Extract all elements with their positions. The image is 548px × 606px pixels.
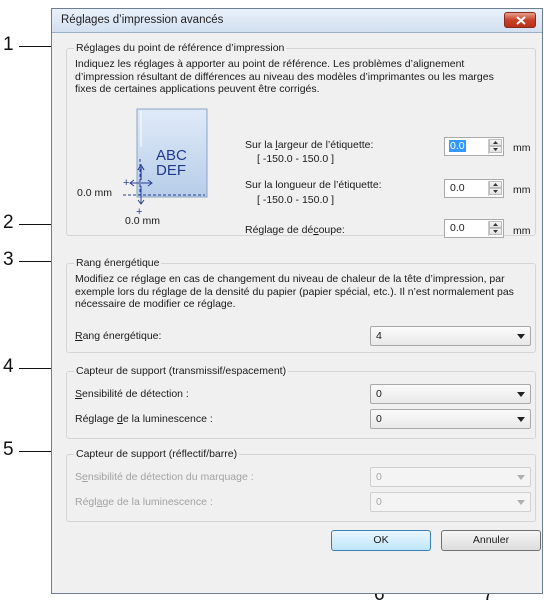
print-reference-point-group: Réglages du point de référence d’impress… [66,42,536,238]
energy-rank-description: Modifiez ce réglage en cas de changement… [75,273,514,310]
chevron-down-icon [517,392,525,397]
label-length-range: [ -150.0 - 150.0 ] [257,194,335,206]
mark-detection-sensitivity-label: Sensibilité de détection du marquage : [75,471,254,483]
transmissive-sensor-group: Capteur de support (transmissif/espaceme… [66,365,536,439]
spin-down-icon[interactable] [489,228,502,235]
energy-rank-group: Rang énergétique Modifiez ce réglage en … [66,257,536,353]
dialog-title: Réglages d’impression avancés [61,14,224,26]
callout-5: 5 [3,439,14,460]
reflective-sensor-group: Capteur de support (réflectif/barre) Sen… [66,448,536,522]
label-length-value: 0.0 [450,182,465,194]
callout-4: 4 [3,356,14,377]
advanced-print-settings-dialog: Réglages d’impression avancés Réglages d… [51,8,543,594]
label-width-unit: mm [513,142,531,154]
reference-point-description: Indiquez les réglages à apporter au poin… [75,58,494,95]
spin-down-icon[interactable] [489,188,502,195]
group-title-transmissive-sensor: Capteur de support (transmissif/espaceme… [74,365,289,377]
label-diagram-icon: + + [123,108,208,218]
group-title-reflective-sensor: Capteur de support (réflectif/barre) [74,448,240,460]
cut-adjust-label: Réglage de découpe: [245,224,345,236]
group-title-reference-point: Réglages du point de référence d’impress… [74,42,287,54]
spin-down-icon[interactable] [489,146,502,153]
cut-adjust-spinner[interactable] [488,221,502,236]
cut-adjust-input[interactable]: 0.0 [444,219,504,238]
cancel-button[interactable]: Annuler [441,530,541,551]
sample-text-def: DEF [156,162,186,179]
detection-sensitivity-value: 0 [376,388,382,400]
reference-point-illustration: + + ABC DEF 0.0 mm 0.0 mm [75,107,235,227]
mark-detection-sensitivity-value: 0 [376,471,382,483]
spin-up-icon[interactable] [489,139,502,146]
title-bar: Réglages d’impression avancés [52,9,542,33]
label-length-input[interactable]: 0.0 [444,179,504,198]
cut-adjust-value: 0.0 [450,222,465,234]
close-button[interactable] [504,12,536,28]
callout-3: 3 [3,249,14,270]
reflective-luminescence-label: Réglage de la luminescence : [75,496,213,508]
chevron-down-icon [517,500,525,505]
label-width-input[interactable]: 0.0 [444,137,504,156]
luminescence-label: Réglage de la luminescence : [75,413,213,425]
reflective-luminescence-value: 0 [376,496,382,508]
svg-text:+: + [123,177,129,189]
bottom-offset-value: 0.0 mm [125,215,161,227]
detection-sensitivity-dropdown[interactable]: 0 [370,384,531,404]
spin-up-icon[interactable] [489,181,502,188]
energy-rank-value: 4 [376,330,382,342]
cut-adjust-unit: mm [513,225,531,237]
label-width-label: Sur la largeur de l’étiquette: [245,139,374,151]
label-width-spinner[interactable] [488,139,502,154]
energy-rank-dropdown[interactable]: 4 [370,326,531,346]
chevron-down-icon [517,334,525,339]
left-offset-value: 0.0 mm [77,187,113,199]
callout-2: 2 [3,212,14,233]
label-length-unit: mm [513,184,531,196]
label-length-label: Sur la longueur de l’étiquette: [245,179,382,191]
luminescence-value: 0 [376,413,382,425]
group-title-energy-rank: Rang énergétique [74,257,162,269]
label-length-spinner[interactable] [488,181,502,196]
luminescence-dropdown[interactable]: 0 [370,409,531,429]
detection-sensitivity-label: Sensibilité de détection : [75,388,189,400]
close-icon [516,16,526,25]
chevron-down-icon [517,475,525,480]
spin-up-icon[interactable] [489,221,502,228]
label-width-range: [ -150.0 - 150.0 ] [257,153,335,165]
energy-rank-label: Rang énergétique: [75,330,162,342]
reflective-luminescence-dropdown: 0 [370,492,531,512]
mark-detection-sensitivity-dropdown: 0 [370,467,531,487]
callout-1: 1 [3,34,14,55]
chevron-down-icon [517,417,525,422]
label-width-value: 0.0 [449,140,466,152]
ok-button[interactable]: OK [331,530,431,551]
